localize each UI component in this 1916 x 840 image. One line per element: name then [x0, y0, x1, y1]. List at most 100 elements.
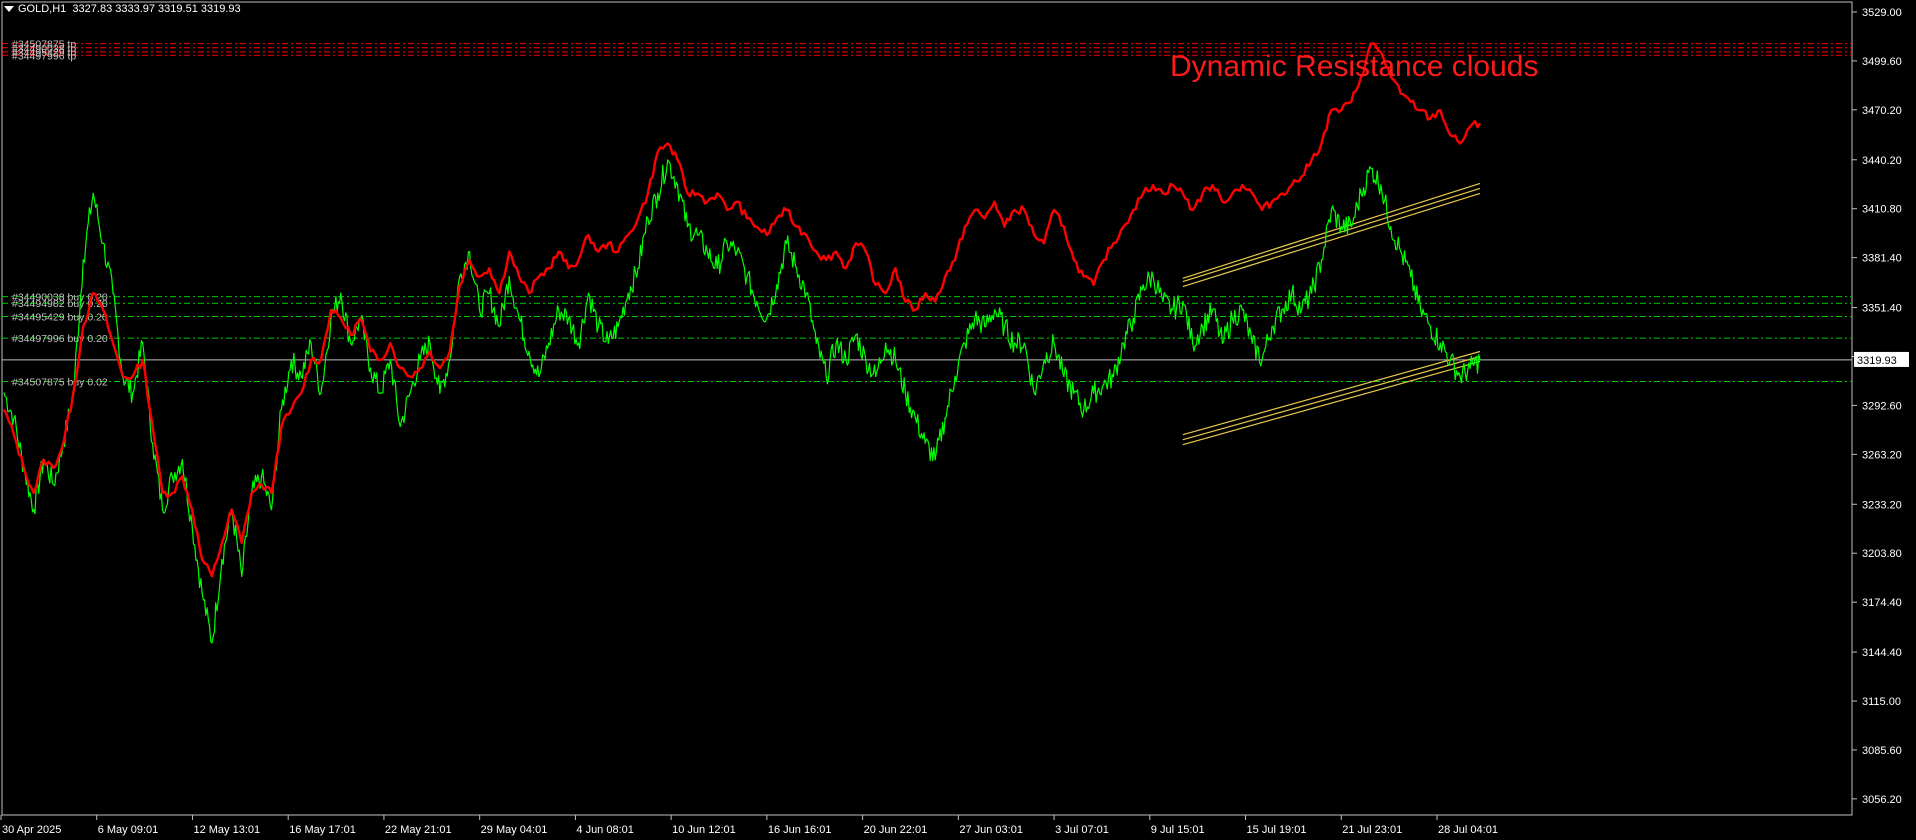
- price-point: [468, 250, 471, 253]
- y-tick-label: 3115.00: [1862, 696, 1901, 708]
- price-point: [835, 342, 837, 344]
- resistance-point: [1211, 184, 1214, 186]
- resistance-point: [349, 334, 352, 336]
- resistance-point: [795, 225, 798, 228]
- price-point: [161, 508, 164, 511]
- resistance-point: [1469, 126, 1471, 128]
- annotation-text: Dynamic Resistance clouds: [1170, 50, 1539, 83]
- resistance-point: [468, 259, 471, 261]
- resistance-point: [1043, 242, 1045, 245]
- symbol-label: GOLD,H1: [18, 3, 67, 15]
- resistance-point: [1132, 209, 1135, 211]
- resistance-point: [52, 467, 55, 469]
- price-point: [240, 575, 243, 577]
- price-point: [1380, 184, 1382, 186]
- price-point: [954, 375, 956, 378]
- price-point: [330, 317, 332, 320]
- resistance-point: [280, 425, 283, 428]
- resistance-point: [647, 192, 649, 195]
- price-point: [1330, 209, 1333, 211]
- resistance-point: [300, 392, 302, 394]
- price-point: [914, 417, 917, 419]
- price-point: [191, 525, 194, 528]
- y-tick-label: 3144.40: [1862, 647, 1902, 659]
- chart-svg[interactable]: 3529.00 3499.60 3470.20 3440.20 3410.80 3381.…: [0, 0, 1916, 840]
- resistance-point: [538, 275, 540, 278]
- y-tick-label: 3499.60: [1862, 56, 1902, 68]
- resistance-point: [211, 575, 213, 577]
- resistance-point: [577, 259, 580, 261]
- resistance-point: [1102, 259, 1105, 261]
- resistance-point: [1073, 259, 1075, 261]
- resistance-point: [676, 159, 679, 161]
- price-point: [865, 359, 867, 361]
- resistance-point: [1023, 209, 1026, 211]
- resistance-point: [1201, 192, 1204, 195]
- trade-level-label: #34497996 tp: [12, 50, 76, 62]
- channel-line[interactable]: [1182, 355, 1481, 441]
- resistance-point: [765, 234, 768, 236]
- price-point: [656, 192, 659, 195]
- y-tick-label: 3351.40: [1862, 303, 1902, 315]
- resistance-point: [1033, 234, 1036, 236]
- resistance-point: [1419, 109, 1422, 111]
- price-point: [825, 375, 828, 378]
- price-point: [607, 342, 610, 344]
- x-tick-label: 16 Jun 16:01: [768, 824, 832, 836]
- channel-line[interactable]: [1182, 182, 1481, 279]
- price-point: [448, 359, 451, 361]
- resistance-point: [389, 342, 392, 344]
- price-point: [1211, 309, 1214, 311]
- price-point: [1251, 342, 1253, 344]
- price-point: [201, 592, 203, 594]
- resistance-point: [478, 275, 481, 278]
- resistance-point: [805, 234, 808, 236]
- price-point: [1063, 375, 1065, 378]
- price-point: [131, 392, 134, 394]
- x-tick-label: 30 Apr 2025: [2, 824, 61, 836]
- dropdown-triangle-icon[interactable]: [4, 6, 14, 13]
- resistance-point: [448, 350, 451, 353]
- resistance-point: [1320, 142, 1323, 145]
- x-tick-label: 27 Jun 03:01: [959, 824, 1023, 836]
- price-point: [587, 292, 590, 295]
- resistance-point: [23, 467, 25, 469]
- price-point: [1281, 309, 1283, 311]
- price-point: [171, 475, 174, 478]
- resistance-point: [231, 508, 233, 511]
- price-point: [1360, 192, 1362, 195]
- resistance-point: [696, 192, 699, 195]
- price-point: [557, 309, 560, 311]
- price-point: [290, 359, 293, 361]
- price-point: [716, 267, 719, 270]
- resistance-point: [567, 267, 570, 270]
- channel-line[interactable]: [1182, 187, 1481, 283]
- price-point: [973, 317, 976, 320]
- resistance-point: [706, 200, 709, 203]
- channel-line[interactable]: [1182, 350, 1481, 436]
- plot-frame: [1, 1, 1853, 816]
- resistance-point: [1142, 192, 1144, 195]
- resistance-point: [1182, 192, 1184, 195]
- price-point: [399, 425, 402, 428]
- price-point: [676, 184, 679, 186]
- channel-line[interactable]: [1182, 192, 1481, 288]
- price-point: [1469, 367, 1471, 369]
- resistance-point: [884, 292, 887, 295]
- resistance-point: [1350, 101, 1353, 103]
- y-tick-label: 3203.80: [1862, 548, 1902, 560]
- resistance-point: [716, 192, 719, 195]
- price-point: [389, 359, 392, 361]
- price-point: [1300, 309, 1303, 311]
- resistance-point: [983, 217, 986, 220]
- price-point: [112, 292, 114, 295]
- y-tick-label: 3470.20: [1862, 105, 1902, 117]
- resistance-point: [1340, 109, 1343, 111]
- y-tick-label: 3056.20: [1862, 794, 1902, 806]
- resistance-point: [1092, 284, 1095, 286]
- price-point: [1429, 325, 1432, 328]
- resistance-point: [845, 267, 847, 270]
- trade-level-label: #34495429 buy 0.20: [12, 312, 108, 324]
- channel-line[interactable]: [1182, 360, 1481, 446]
- price-point: [944, 417, 946, 419]
